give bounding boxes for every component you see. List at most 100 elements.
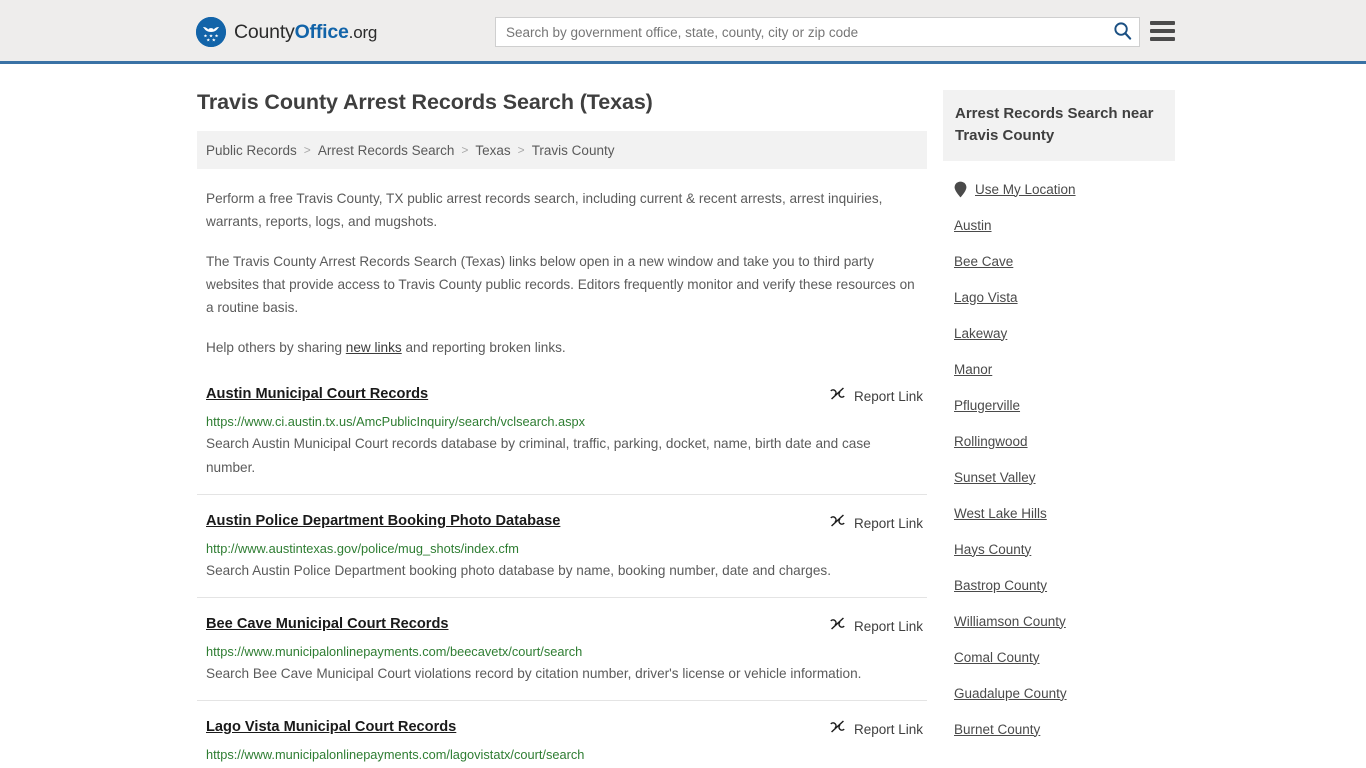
result-header: Lago Vista Municipal Court Records Repor… xyxy=(206,717,923,740)
sidebar-link[interactable]: Rollingwood xyxy=(954,434,1028,449)
breadcrumb-item-arrest-records-search[interactable]: Arrest Records Search xyxy=(318,143,455,158)
result-url[interactable]: http://www.austintexas.gov/police/mug_sh… xyxy=(206,540,923,557)
result-title-link[interactable]: Bee Cave Municipal Court Records xyxy=(206,614,448,634)
sidebar-item-use-my-location[interactable]: Use My Location xyxy=(943,171,1175,207)
breadcrumb-separator-icon: > xyxy=(303,143,311,157)
site-logo-text: CountyOffice.org xyxy=(234,21,377,44)
logo-text-org: .org xyxy=(348,22,378,42)
hamburger-bar xyxy=(1150,29,1175,33)
new-links-link[interactable]: new links xyxy=(346,340,402,355)
intro-paragraph-3-post: and reporting broken links. xyxy=(401,340,566,355)
result-url[interactable]: https://www.municipalonlinepayments.com/… xyxy=(206,746,923,763)
result-item: Lago Vista Municipal Court Records Repor… xyxy=(197,701,927,768)
sidebar-item-lago-vista[interactable]: Lago Vista xyxy=(943,279,1175,315)
sidebar-item-hays-county[interactable]: Hays County xyxy=(943,531,1175,567)
sidebar-link[interactable]: West Lake Hills xyxy=(954,506,1047,521)
sidebar-link[interactable]: Pflugerville xyxy=(954,398,1020,413)
map-pin-icon xyxy=(954,181,967,198)
sidebar-link[interactable]: Bastrop County xyxy=(954,578,1047,593)
sidebar-item-comal-county[interactable]: Comal County xyxy=(943,639,1175,675)
logo-text-office: Office xyxy=(294,20,349,43)
report-link-button[interactable]: Report Link xyxy=(829,385,923,407)
sidebar-link[interactable]: Hays County xyxy=(954,542,1031,557)
intro-paragraph-3-pre: Help others by sharing xyxy=(206,340,346,355)
search-button[interactable] xyxy=(1105,18,1139,46)
broken-link-icon xyxy=(829,512,846,534)
breadcrumb-separator-icon: > xyxy=(461,143,469,157)
sidebar-item-bastrop-county[interactable]: Bastrop County xyxy=(943,567,1175,603)
report-link-label: Report Link xyxy=(853,721,923,737)
breadcrumb-item-texas[interactable]: Texas xyxy=(475,143,510,158)
result-header: Austin Municipal Court Records Report Li… xyxy=(206,384,923,407)
sidebar-link[interactable]: Comal County xyxy=(954,650,1040,665)
report-link-button[interactable]: Report Link xyxy=(829,615,923,637)
sidebar-item-burnet-county[interactable]: Burnet County xyxy=(943,711,1175,747)
hamburger-menu-icon[interactable] xyxy=(1150,20,1175,42)
result-item: Austin Municipal Court Records Report Li… xyxy=(197,381,927,495)
broken-link-icon xyxy=(829,385,846,407)
breadcrumb-item-travis-county: Travis County xyxy=(531,142,615,158)
sidebar-link[interactable]: Lakeway xyxy=(954,326,1007,341)
logo-text-county: County xyxy=(234,20,295,43)
sidebar-heading: Arrest Records Search near Travis County xyxy=(955,105,1154,144)
report-link-label: Report Link xyxy=(853,515,923,531)
hamburger-bar xyxy=(1150,21,1175,25)
breadcrumb-item-public-records[interactable]: Public Records xyxy=(206,143,297,158)
sidebar-link[interactable]: Bee Cave xyxy=(954,254,1013,269)
search-box[interactable] xyxy=(495,17,1140,47)
sidebar-item-sunset-valley[interactable]: Sunset Valley xyxy=(943,459,1175,495)
report-link-button[interactable]: Report Link xyxy=(829,512,923,534)
sidebar-link[interactable]: Guadalupe County xyxy=(954,686,1067,701)
intro-paragraph-1: Perform a free Travis County, TX public … xyxy=(206,191,883,229)
breadcrumb: Public Records > Arrest Records Search >… xyxy=(197,131,927,169)
sidebar-link[interactable]: Manor xyxy=(954,362,992,377)
sidebar-link[interactable]: Sunset Valley xyxy=(954,470,1036,485)
sidebar-link[interactable]: Burnet County xyxy=(954,722,1040,737)
result-header: Austin Police Department Booking Photo D… xyxy=(206,511,923,534)
breadcrumb-separator-icon: > xyxy=(517,143,525,157)
broken-link-icon xyxy=(829,718,846,740)
intro-text: Perform a free Travis County, TX public … xyxy=(197,187,927,359)
result-url[interactable]: https://www.municipalonlinepayments.com/… xyxy=(206,643,923,660)
sidebar-item-manor[interactable]: Manor xyxy=(943,351,1175,387)
result-description: Search Austin Municipal Court records da… xyxy=(206,436,871,475)
sidebar-item-rollingwood[interactable]: Rollingwood xyxy=(943,423,1175,459)
result-title-link[interactable]: Lago Vista Municipal Court Records xyxy=(206,717,456,737)
hamburger-bar xyxy=(1150,37,1175,41)
sidebar-item-williamson-county[interactable]: Williamson County xyxy=(943,603,1175,639)
sidebar-item-bee-cave[interactable]: Bee Cave xyxy=(943,243,1175,279)
sidebar-item-lakeway[interactable]: Lakeway xyxy=(943,315,1175,351)
sidebar-link[interactable]: Williamson County xyxy=(954,614,1066,629)
result-title-link[interactable]: Austin Police Department Booking Photo D… xyxy=(206,511,560,531)
result-url[interactable]: https://www.ci.austin.tx.us/AmcPublicInq… xyxy=(206,413,923,430)
search-input[interactable] xyxy=(496,18,1105,46)
sidebar-link[interactable]: Austin xyxy=(954,218,992,233)
sidebar-item-west-lake-hills[interactable]: West Lake Hills xyxy=(943,495,1175,531)
result-title-link[interactable]: Austin Municipal Court Records xyxy=(206,384,428,404)
sidebar: Arrest Records Search near Travis County… xyxy=(943,64,1175,747)
sidebar-item-pflugerville[interactable]: Pflugerville xyxy=(943,387,1175,423)
result-item: Austin Police Department Booking Photo D… xyxy=(197,495,927,598)
sidebar-heading-box: Arrest Records Search near Travis County xyxy=(943,90,1175,161)
countyoffice-eagle-seal-icon xyxy=(196,17,226,47)
sidebar-item-austin[interactable]: Austin xyxy=(943,207,1175,243)
page-title: Travis County Arrest Records Search (Tex… xyxy=(197,90,653,114)
site-header: CountyOffice.org xyxy=(0,0,1366,64)
use-my-location-link[interactable]: Use My Location xyxy=(975,182,1076,197)
site-logo[interactable]: CountyOffice.org xyxy=(196,15,377,49)
result-item: Bee Cave Municipal Court Records Report … xyxy=(197,598,927,701)
result-description: Search Austin Police Department booking … xyxy=(206,563,831,578)
sidebar-link[interactable]: Lago Vista xyxy=(954,290,1018,305)
page-body: Travis County Arrest Records Search (Tex… xyxy=(0,64,1366,768)
report-link-label: Report Link xyxy=(853,388,923,404)
report-link-button[interactable]: Report Link xyxy=(829,718,923,740)
result-header: Bee Cave Municipal Court Records Report … xyxy=(206,614,923,637)
broken-link-icon xyxy=(829,615,846,637)
sidebar-item-guadalupe-county[interactable]: Guadalupe County xyxy=(943,675,1175,711)
main-content: Travis County Arrest Records Search (Tex… xyxy=(197,64,927,768)
report-link-label: Report Link xyxy=(853,618,923,634)
results-list: Austin Municipal Court Records Report Li… xyxy=(197,381,927,768)
intro-paragraph-2: The Travis County Arrest Records Search … xyxy=(206,254,915,315)
sidebar-location-list: Use My Location Austin Bee Cave Lago Vis… xyxy=(943,171,1175,747)
search-icon xyxy=(1113,21,1132,43)
